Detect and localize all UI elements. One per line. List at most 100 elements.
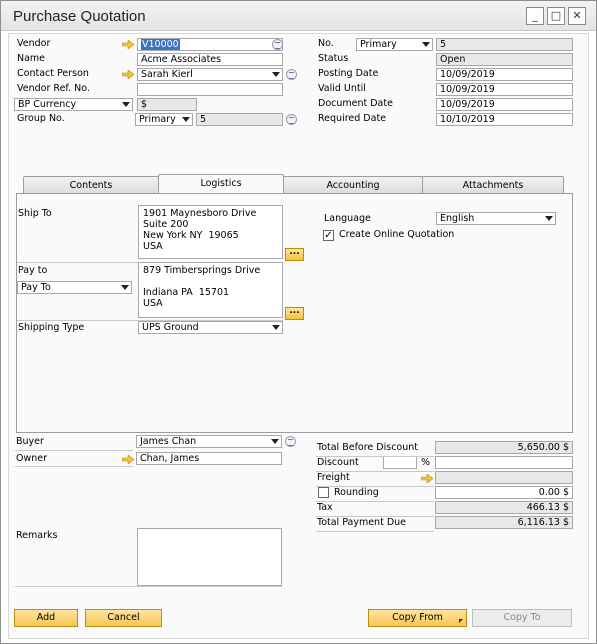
pay-to-address[interactable]: 879 Timbersprings Drive Indiana PA 15701…: [138, 262, 283, 318]
currency-field: $: [137, 98, 197, 111]
title-bar[interactable]: Purchase Quotation _ □ ✕: [1, 1, 596, 31]
link-arrow-icon[interactable]: [122, 40, 134, 49]
ship-to-address[interactable]: 1901 Maynesboro Drive Suite 200 New York…: [138, 205, 283, 259]
divider: [316, 471, 434, 472]
document-date-label: Document Date: [318, 98, 393, 109]
close-button[interactable]: ✕: [568, 7, 586, 25]
divider: [316, 456, 434, 457]
chevron-down-icon: [121, 285, 129, 290]
series-value: Primary: [360, 39, 397, 50]
owner-field[interactable]: Chan, James: [136, 452, 282, 465]
minimize-button[interactable]: _: [526, 7, 544, 25]
doc-no-field: 5: [436, 38, 573, 51]
purchase-quotation-window: Purchase Quotation _ □ ✕ Vendor V10000 N…: [0, 0, 597, 644]
tab-logistics[interactable]: Logistics: [158, 174, 284, 194]
pay-to-dropdown[interactable]: Pay To: [17, 281, 132, 294]
ship-to-details-button[interactable]: ...: [285, 248, 304, 261]
shipping-type-label: Shipping Type: [18, 322, 85, 333]
divider: [316, 531, 434, 532]
link-arrow-icon[interactable]: [122, 455, 134, 464]
link-arrow-icon[interactable]: [421, 474, 433, 483]
divider: [15, 586, 282, 587]
shipping-type-dropdown[interactable]: UPS Ground: [138, 321, 283, 334]
rounding-label: Rounding: [334, 487, 379, 498]
total-payment-due-field: 6,116.13 $: [435, 516, 573, 529]
divider: [15, 450, 133, 451]
chevron-down-icon: [272, 72, 280, 77]
pay-to-details-button[interactable]: ...: [285, 307, 304, 320]
copy-from-button[interactable]: Copy From: [368, 609, 467, 627]
cancel-button[interactable]: Cancel: [85, 609, 162, 627]
buyer-label: Buyer: [16, 436, 44, 447]
owner-label: Owner: [16, 453, 48, 464]
choose-from-list-icon[interactable]: [285, 436, 296, 447]
chevron-down-icon: [271, 439, 279, 444]
copy-to-button: Copy To: [472, 609, 572, 627]
vendor-field[interactable]: V10000: [137, 38, 283, 51]
total-payment-due-label: Total Payment Due: [317, 517, 406, 528]
tax-label: Tax: [317, 502, 333, 513]
maximize-button[interactable]: □: [547, 7, 565, 25]
discount-field[interactable]: [435, 456, 573, 469]
buyer-value: James Chan: [140, 436, 197, 447]
choose-from-list-icon[interactable]: [286, 69, 297, 80]
posting-date-field[interactable]: 10/09/2019: [436, 68, 573, 81]
remarks-textarea[interactable]: [137, 528, 282, 586]
create-online-label: Create Online Quotation: [339, 229, 455, 240]
currency-type-dropdown[interactable]: BP Currency: [14, 98, 133, 111]
tab-attachments[interactable]: Attachments: [422, 176, 564, 194]
copy-from-label: Copy From: [392, 612, 443, 623]
vendor-ref-field[interactable]: [137, 83, 283, 96]
group-series-dropdown[interactable]: Primary: [135, 113, 193, 126]
contact-person-dropdown[interactable]: Sarah Kierl: [137, 68, 283, 81]
pay-to-label: Pay to: [18, 265, 48, 276]
total-before-discount-label: Total Before Discount: [317, 442, 418, 453]
vendor-label: Vendor: [17, 38, 51, 49]
contact-person-value: Sarah Kierl: [141, 69, 193, 80]
divider: [316, 516, 434, 517]
document-date-field[interactable]: 10/09/2019: [436, 98, 573, 111]
language-label: Language: [324, 213, 371, 224]
remarks-label: Remarks: [16, 530, 58, 541]
tab-contents[interactable]: Contents: [23, 176, 159, 194]
chevron-down-icon: [182, 117, 190, 122]
dropdown-corner-icon: [459, 619, 463, 623]
buyer-dropdown[interactable]: James Chan: [136, 435, 282, 448]
rounding-checkbox[interactable]: [318, 487, 329, 498]
shipping-type-value: UPS Ground: [142, 322, 199, 333]
tab-accounting[interactable]: Accounting: [283, 176, 423, 194]
status-field: Open: [436, 53, 573, 66]
tax-field: 466.13 $: [435, 501, 573, 514]
name-field[interactable]: Acme Associates: [137, 53, 283, 66]
add-button[interactable]: Add: [14, 609, 78, 627]
divider: [316, 501, 434, 502]
choose-from-list-icon[interactable]: [272, 39, 283, 50]
freight-field: [435, 471, 573, 484]
chevron-down-icon: [422, 42, 430, 47]
series-dropdown[interactable]: Primary: [356, 38, 433, 51]
ship-to-label: Ship To: [18, 208, 52, 219]
valid-until-field[interactable]: 10/09/2019: [436, 83, 573, 96]
divider: [15, 466, 133, 467]
create-online-checkbox[interactable]: ✓: [323, 230, 334, 241]
window-title: Purchase Quotation: [13, 8, 146, 25]
link-arrow-icon[interactable]: [122, 70, 134, 79]
group-no-field: 5: [196, 113, 283, 126]
valid-until-label: Valid Until: [318, 83, 366, 94]
discount-percent-field[interactable]: [383, 456, 417, 469]
choose-from-list-icon[interactable]: [286, 114, 297, 125]
chevron-down-icon: [545, 216, 553, 221]
rounding-field[interactable]: 0.00 $: [435, 486, 573, 499]
no-label: No.: [318, 38, 334, 49]
language-dropdown[interactable]: English: [436, 212, 556, 225]
vendor-ref-label: Vendor Ref. No.: [17, 83, 90, 94]
language-value: English: [440, 213, 475, 224]
status-label: Status: [318, 53, 349, 64]
required-date-field[interactable]: 10/10/2019: [436, 113, 573, 126]
chevron-down-icon: [272, 325, 280, 330]
currency-type-value: BP Currency: [18, 99, 77, 110]
freight-label: Freight: [317, 472, 350, 483]
contact-person-label: Contact Person: [17, 68, 89, 79]
group-no-label: Group No.: [17, 113, 65, 124]
name-label: Name: [17, 53, 46, 64]
